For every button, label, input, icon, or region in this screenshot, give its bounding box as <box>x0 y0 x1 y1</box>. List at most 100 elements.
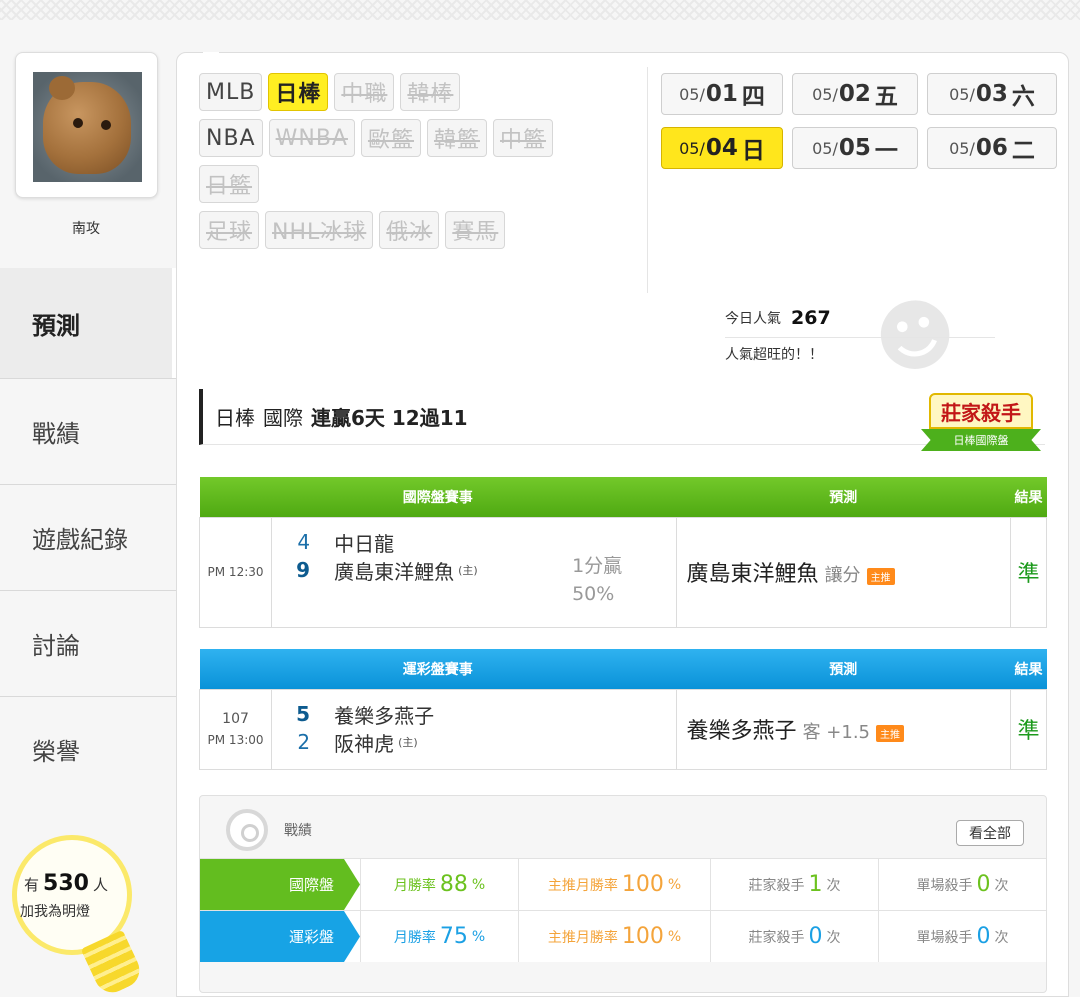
home-team[interactable]: 廣島東洋鯉魚 <box>334 556 454 585</box>
intl-header-prediction: 預測 <box>676 477 1011 517</box>
intl-prediction-table: 國際盤賽事 預測 結果 PM 12:30 4 中日龍 9 廣島東洋鯉魚 (主) … <box>198 477 1048 628</box>
table-row: 107 PM 13:00 5 養樂多燕子 2 阪神虎 (主) 養樂多燕子 客 +… <box>198 688 1048 770</box>
date-button-0504[interactable]: 05/04 日 <box>661 127 783 169</box>
streak-type: 國際 <box>263 406 303 430</box>
nav-item-record[interactable]: 戰績 <box>0 378 178 484</box>
stats-table: 國際盤 月勝率 88% 主推月勝率 100% 莊家殺手 1 次 單場殺手 0 次 運彩盤 月… <box>200 858 1046 962</box>
sport-chip-mlb[interactable]: MLB <box>199 73 263 111</box>
sport-chip-nba[interactable]: NBA <box>199 119 263 157</box>
date-button-0501[interactable]: 05/01 四 <box>661 73 783 115</box>
popularity-today: 今日人氣 267 <box>725 305 1005 331</box>
predicted-team: 養樂多燕子 <box>686 719 797 744</box>
away-score: 4 <box>297 530 311 554</box>
away-team[interactable]: 養樂多燕子 <box>334 700 434 729</box>
panel-notch <box>203 52 219 62</box>
match-cell: 5 養樂多燕子 2 阪神虎 (主) <box>271 688 677 770</box>
handicap: 1分贏 50% <box>572 552 622 608</box>
stats-title: 戰績 <box>284 823 312 839</box>
nav-item-predict[interactable]: 預測 <box>0 268 184 378</box>
dealer-killer-count: 莊家殺手 1 次 <box>710 859 878 910</box>
stat-unit: 次 <box>826 929 841 946</box>
stat-label: 單場殺手 <box>916 929 973 946</box>
stat-label: 單場殺手 <box>916 877 973 894</box>
main-pick-badge: 主推 <box>876 725 904 742</box>
stats-row-label: 國際盤 <box>200 859 360 910</box>
stat-value: 100 <box>621 924 664 949</box>
stat-label: 月勝率 <box>393 877 436 894</box>
stat-value: 88 <box>439 872 468 897</box>
lottery-header-prediction: 預測 <box>676 649 1011 689</box>
sidebar-nav: 預測 戰績 遊戲紀錄 討論 榮譽 <box>0 268 184 802</box>
home-team[interactable]: 阪神虎 <box>334 728 394 757</box>
date-weekday: 二 <box>1011 138 1035 164</box>
stat-value: 100 <box>621 872 664 897</box>
badge-title: 莊家殺手 <box>929 393 1033 429</box>
date-weekday: 五 <box>874 84 898 110</box>
single-killer-count: 單場殺手 0 次 <box>878 911 1046 962</box>
avatar[interactable] <box>33 72 142 182</box>
nav-item-honors[interactable]: 榮譽 <box>0 696 178 802</box>
stat-label: 莊家殺手 <box>748 877 805 894</box>
date-button-0505[interactable]: 05/05 一 <box>792 127 918 169</box>
popularity-value: 267 <box>791 307 831 329</box>
date-weekday: 六 <box>1011 84 1035 110</box>
popularity-label: 今日人氣 <box>725 311 781 327</box>
date-button-0506[interactable]: 05/06 二 <box>927 127 1057 169</box>
popularity-divider <box>725 337 995 338</box>
sport-chip-npb[interactable]: 日棒 <box>268 73 329 111</box>
lottery-header-match: 運彩盤賽事 <box>199 649 677 689</box>
stat-label: 主推月勝率 <box>547 877 618 894</box>
main-panel: MLB 日棒 中職 韓棒 NBA WNBA 歐籃 韓籃 中籃 日籃 足球 NHL… <box>176 52 1069 997</box>
follow-lightbulb[interactable]: 有 530 人 加我為明燈 <box>12 835 146 997</box>
nav-item-discussion[interactable]: 討論 <box>0 590 178 696</box>
prediction-cell: 廣島東洋鯉魚 讓分 主推 <box>675 516 1011 628</box>
stat-unit: 次 <box>994 929 1009 946</box>
date-button-0503[interactable]: 05/03 六 <box>927 73 1057 115</box>
stat-value: 0 <box>808 924 823 949</box>
stat-unit: 次 <box>994 877 1009 894</box>
sport-chip-kbo: 韓棒 <box>400 73 461 111</box>
sport-chip-japan-basketball: 日籃 <box>199 165 260 203</box>
handicap-percent: 50% <box>572 583 615 605</box>
user-name: 南攻 <box>72 221 100 237</box>
stat-unit: % <box>471 876 486 893</box>
home-team-line: 2 阪神虎 (主) <box>272 728 675 756</box>
away-team[interactable]: 中日龍 <box>334 528 394 557</box>
sport-chip-euro-basketball: 歐籃 <box>360 119 421 157</box>
match-cell: 4 中日龍 9 廣島東洋鯉魚 (主) 1分贏 50% <box>271 516 677 628</box>
stat-label: 莊家殺手 <box>748 929 805 946</box>
date-button-0502[interactable]: 05/02 五 <box>792 73 918 115</box>
stat-value: 0 <box>976 872 991 897</box>
monthly-win-rate: 月勝率 88% <box>360 859 518 910</box>
sport-row-2: NBA WNBA 歐籃 韓籃 中籃 <box>199 119 639 157</box>
avatar-card[interactable] <box>15 52 158 198</box>
follow-cta[interactable]: 加我為明燈 <box>20 901 90 921</box>
top-border-decoration <box>0 0 1080 20</box>
date-weekday: 四 <box>741 84 765 110</box>
sport-filters: MLB 日棒 中職 韓棒 NBA WNBA 歐籃 韓籃 中籃 日籃 足球 NHL… <box>199 73 639 257</box>
intl-header-result: 結果 <box>1010 477 1047 517</box>
date-selector: 05/01 四 05/02 五 05/03 六 05/04 日 05/05 一 05/06… <box>661 73 1057 169</box>
game-time: PM 12:30 <box>198 516 273 628</box>
lottery-header-result: 結果 <box>1010 649 1047 689</box>
handicap-line: 1分贏 <box>572 555 623 577</box>
stat-label: 月勝率 <box>393 929 436 946</box>
stat-unit: 次 <box>826 877 841 894</box>
stat-label: 主推月勝率 <box>547 929 618 946</box>
nav-item-game-history[interactable]: 遊戲紀錄 <box>0 484 178 590</box>
stats-header: 戰績 看全部 <box>226 809 1046 851</box>
view-all-button[interactable]: 看全部 <box>956 820 1024 846</box>
stats-row-lottery: 運彩盤 月勝率 75% 主推月勝率 100% 莊家殺手 0 次 單場殺手 0 次 <box>200 910 1046 962</box>
prediction-cell: 養樂多燕子客 +1.5 主推 <box>675 688 1011 770</box>
away-score: 5 <box>296 702 311 726</box>
date-month: 05/ <box>812 84 838 104</box>
sport-chip-soccer: 足球 <box>199 211 260 249</box>
stats-panel: 戰績 看全部 國際盤 月勝率 88% 主推月勝率 100% 莊家殺手 1 次 單場殺手 0… <box>199 795 1047 993</box>
match-inner: 5 養樂多燕子 2 阪神虎 (主) <box>272 690 675 768</box>
sport-chip-china-basketball: 中籃 <box>493 119 554 157</box>
badge-ribbon: 日棒國際盤 <box>921 429 1041 451</box>
stats-row-label: 運彩盤 <box>200 911 360 962</box>
date-month: 05/ <box>679 84 705 104</box>
fan-suffix: 人 <box>92 876 108 894</box>
sport-chip-nhl: NHL冰球 <box>265 211 374 249</box>
